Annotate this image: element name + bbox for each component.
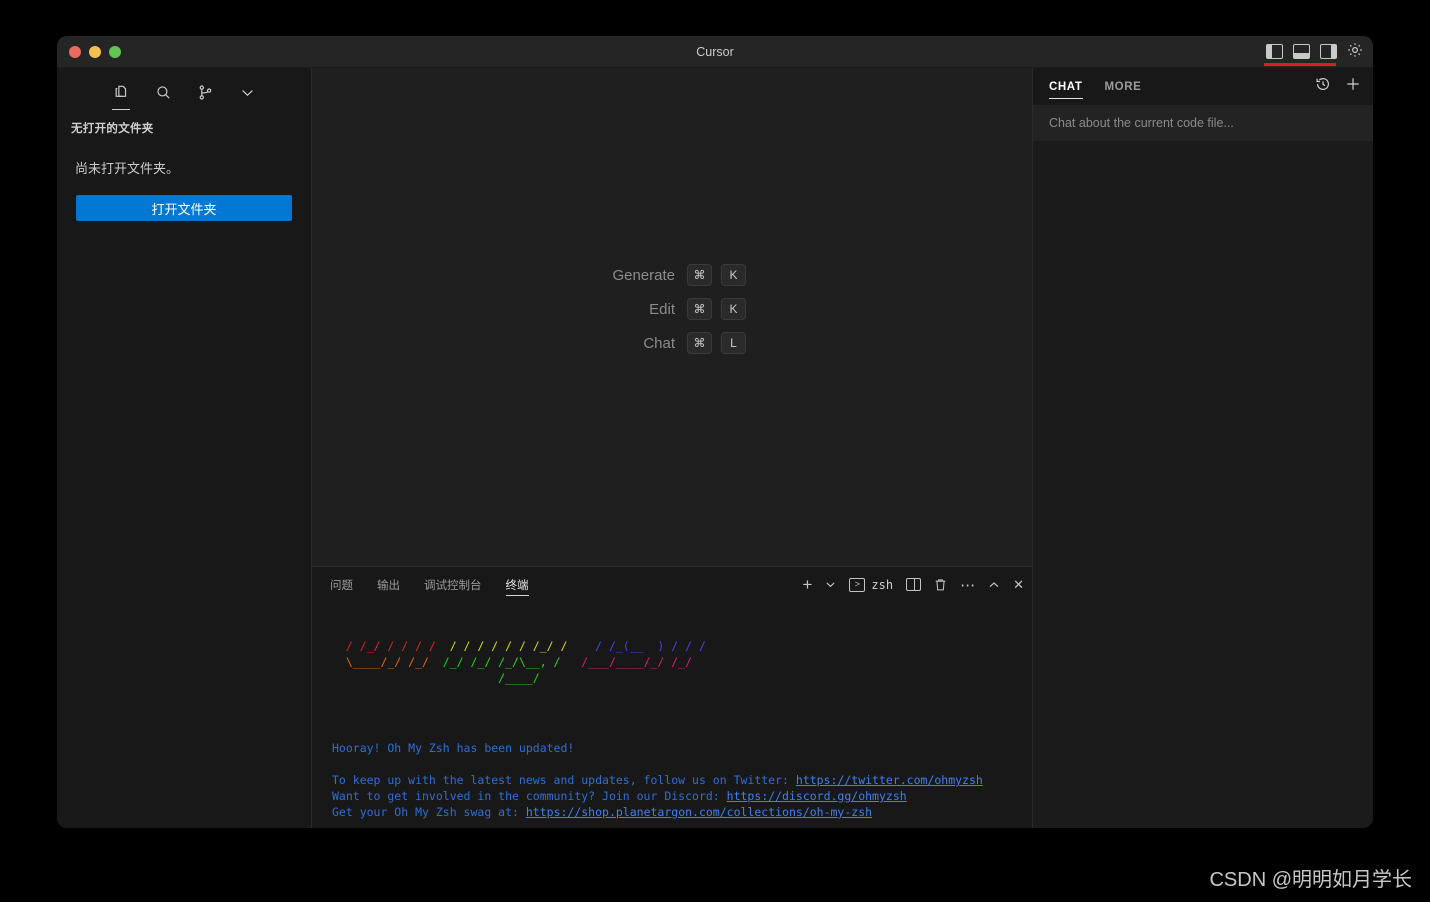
new-chat-icon[interactable] — [1345, 76, 1361, 97]
terminal-link-prefix: To keep up with the latest news and upda… — [332, 773, 796, 787]
shortcut-label-edit: Edit — [649, 300, 675, 318]
terminal-url-link[interactable]: https://shop.planetargon.com/collections… — [526, 805, 872, 819]
close-panel-button[interactable]: ✕ — [1013, 577, 1024, 593]
kill-terminal-trash-icon[interactable] — [934, 578, 947, 592]
terminal-profile-chevron-down-icon[interactable] — [825, 579, 836, 590]
panel-header: 问题 输出 调试控制台 终端 + > zsh ⋯ ✕ — [312, 567, 1032, 602]
maximize-window-button[interactable] — [109, 45, 121, 58]
cursor-window: Cursor 无打开的文件夹 尚未打开文件夹。 打开文件夹 Generate ⌘… — [57, 36, 1373, 828]
toggle-primary-sidebar-icon[interactable] — [1266, 44, 1283, 59]
terminal-url-link[interactable]: https://twitter.com/ohmyzsh — [796, 773, 983, 787]
tab-more[interactable]: MORE — [1105, 68, 1142, 105]
chat-header: CHAT MORE — [1033, 68, 1373, 105]
explorer-icon[interactable] — [110, 81, 132, 110]
titlebar-actions — [1266, 42, 1363, 62]
close-window-button[interactable] — [69, 45, 81, 58]
window-title: Cursor — [696, 44, 734, 59]
maximize-panel-chevron-up-icon[interactable] — [988, 579, 1000, 591]
explorer-section-title: 无打开的文件夹 — [71, 123, 154, 135]
ascii-art-line: \____/_/ /_/ /_/ /_/ /_/\__, / /___/____… — [332, 655, 693, 669]
terminal-link-line: To keep up with the latest news and upda… — [332, 772, 1018, 788]
shortcut-label-chat: Chat — [643, 334, 675, 352]
terminal-url-link[interactable]: https://discord.gg/ohmyzsh — [727, 789, 907, 803]
active-shell-chip[interactable]: > zsh — [849, 577, 894, 592]
primary-sidebar: 无打开的文件夹 尚未打开文件夹。 打开文件夹 — [57, 68, 312, 828]
keycap-l-chat: L — [721, 332, 746, 354]
terminal-link-prefix: Get your Oh My Zsh swag at: — [332, 805, 526, 819]
panel-actions: + > zsh ⋯ ✕ — [802, 575, 1024, 595]
bottom-panel: 问题 输出 调试控制台 终端 + > zsh ⋯ ✕ / /_/ / / / /… — [312, 566, 1032, 828]
terminal-text-lines: Hooray! Oh My Zsh has been updated! To ke… — [332, 724, 1018, 820]
terminal-message-line: Hooray! Oh My Zsh has been updated! — [332, 741, 575, 755]
open-folder-button[interactable]: 打开文件夹 — [76, 195, 292, 221]
source-control-icon[interactable] — [194, 81, 216, 103]
chat-history-icon[interactable] — [1315, 76, 1331, 97]
ascii-art-line: /____/ — [332, 671, 540, 685]
terminal-glyph-icon: > — [849, 577, 866, 592]
shortcut-label-generate: Generate — [612, 266, 675, 284]
tab-output[interactable]: 输出 — [377, 567, 400, 602]
chat-input-row[interactable]: Chat about the current code file... — [1033, 105, 1373, 141]
terminal-link-prefix: Want to get involved in the community? J… — [332, 789, 727, 803]
tab-problems[interactable]: 问题 — [330, 567, 353, 602]
panel-tabs: 问题 输出 调试控制台 终端 — [330, 567, 529, 602]
chat-message-list — [1033, 141, 1373, 828]
titlebar-highlight-underline — [1264, 63, 1336, 66]
toggle-panel-icon[interactable] — [1293, 44, 1310, 59]
editor-column: Generate ⌘ K Edit ⌘ K Chat ⌘ L 问题 输出 调试控… — [312, 68, 1033, 828]
shortcut-row-edit: Edit ⌘ K — [598, 298, 746, 320]
oh-my-zsh-ascii-art: / /_/ / / / / / / / / / / /_/ / / /_(__ … — [332, 638, 1018, 686]
chat-tabs: CHAT MORE — [1049, 68, 1141, 105]
tab-chat[interactable]: CHAT — [1049, 68, 1083, 105]
title-bar: Cursor — [57, 36, 1373, 68]
search-icon[interactable] — [152, 81, 174, 103]
minimize-window-button[interactable] — [89, 45, 101, 58]
more-views-chevron-down-icon[interactable] — [236, 81, 258, 103]
tab-debug-console[interactable]: 调试控制台 — [424, 567, 482, 602]
no-folder-message: 尚未打开文件夹。 — [75, 161, 180, 176]
csdn-watermark: CSDN @明明如月学长 — [1209, 869, 1412, 891]
gear-icon[interactable] — [1347, 42, 1363, 62]
keycap-k-generate: K — [721, 264, 746, 286]
secondary-sidebar-chat: CHAT MORE Chat about the current code fi… — [1033, 68, 1373, 828]
sidebar-activity-icons — [57, 68, 311, 110]
new-terminal-button[interactable]: + — [802, 575, 812, 595]
keycap-k-edit: K — [721, 298, 746, 320]
workbench-body: 无打开的文件夹 尚未打开文件夹。 打开文件夹 Generate ⌘ K Edit… — [57, 68, 1373, 828]
editor-shortcut-hints: Generate ⌘ K Edit ⌘ K Chat ⌘ L — [312, 264, 1032, 354]
toggle-secondary-sidebar-icon[interactable] — [1320, 44, 1337, 59]
empty-editor-area: Generate ⌘ K Edit ⌘ K Chat ⌘ L — [312, 68, 1032, 566]
terminal-more-actions-button[interactable]: ⋯ — [960, 576, 975, 594]
keycap-cmd-chat: ⌘ — [687, 332, 712, 354]
shortcut-row-generate: Generate ⌘ K — [598, 264, 746, 286]
terminal-link-line: Want to get involved in the community? J… — [332, 788, 1018, 804]
shell-name-label: zsh — [871, 577, 894, 592]
terminal-output[interactable]: / /_/ / / / / / / / / / / /_/ / / /_(__ … — [312, 602, 1032, 828]
tab-terminal[interactable]: 终端 — [505, 567, 529, 602]
shortcut-row-chat: Chat ⌘ L — [598, 332, 746, 354]
terminal-link-line: Get your Oh My Zsh swag at: https://shop… — [332, 804, 1018, 820]
chat-input-placeholder: Chat about the current code file... — [1049, 116, 1234, 130]
keycap-cmd-generate: ⌘ — [687, 264, 712, 286]
traffic-lights — [69, 45, 121, 58]
split-terminal-button[interactable] — [906, 578, 922, 591]
chat-header-actions — [1315, 76, 1361, 97]
keycap-cmd-edit: ⌘ — [687, 298, 712, 320]
ascii-art-line: / /_/ / / / / / / / / / / /_/ / / /_(__ … — [332, 639, 706, 653]
